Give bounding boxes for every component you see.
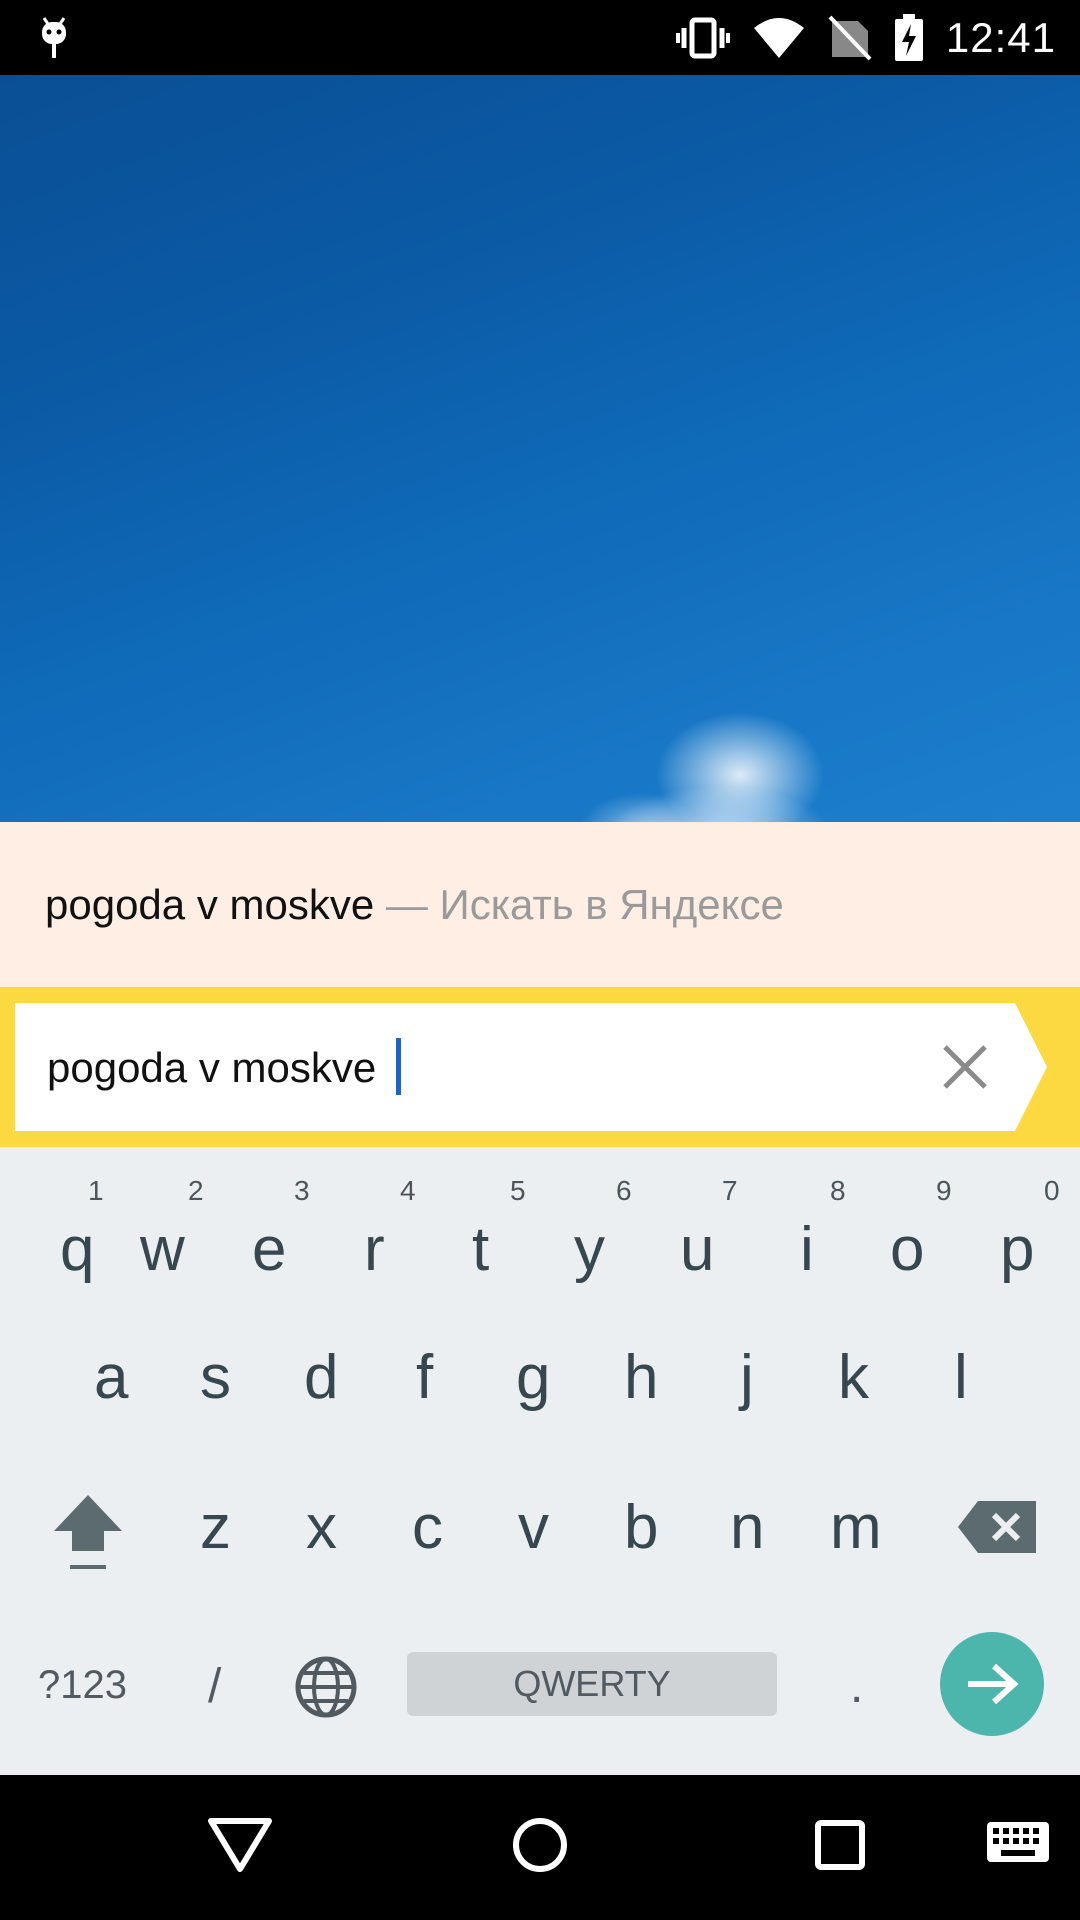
android-debug-icon [42, 17, 66, 58]
key-i[interactable]: 8 i [764, 1167, 868, 1287]
key-x[interactable]: x [272, 1467, 376, 1587]
slash-key[interactable]: / [180, 1637, 260, 1737]
backspace-icon [958, 1501, 1036, 1553]
shift-icon [54, 1495, 122, 1569]
key-s[interactable]: s [166, 1317, 270, 1437]
key-u[interactable]: 7 u [658, 1167, 762, 1287]
key-n[interactable]: n [696, 1467, 800, 1587]
key-t[interactable]: 5 t [446, 1167, 550, 1287]
backspace-key[interactable] [940, 1467, 1050, 1587]
key-f[interactable]: f [378, 1317, 482, 1437]
text-cursor [396, 1038, 401, 1095]
key-j[interactable]: j [696, 1317, 800, 1437]
globe-icon [295, 1656, 357, 1718]
symbols-key[interactable]: ?123 [30, 1637, 140, 1737]
space-key[interactable]: QWERTY [407, 1652, 777, 1716]
key-g[interactable]: g [484, 1317, 588, 1437]
key-p[interactable]: 0 p [976, 1167, 1080, 1287]
suggestion-hint: — Искать в Яндексе [374, 880, 784, 928]
back-icon[interactable] [205, 1815, 275, 1875]
key-c[interactable]: c [378, 1467, 482, 1587]
language-key[interactable] [280, 1637, 370, 1737]
navigation-bar [0, 1775, 1080, 1920]
period-key[interactable]: . [830, 1637, 890, 1737]
key-e[interactable]: 3 e [234, 1167, 338, 1287]
key-q[interactable]: 1 q [22, 1167, 126, 1287]
key-o[interactable]: 9 o [870, 1167, 974, 1287]
search-field-container [15, 1003, 1047, 1133]
key-w[interactable]: 2 w [128, 1167, 232, 1287]
key-k[interactable]: k [802, 1317, 906, 1437]
soft-keyboard: 1 q 2 w 3 e 4 r 5 t 6 y 7 u 8 i 9 o 0 p … [0, 1147, 1080, 1775]
arrow-right-icon [968, 1663, 1019, 1705]
key-h[interactable]: h [590, 1317, 694, 1437]
key-b[interactable]: b [590, 1467, 694, 1587]
key-z[interactable]: z [166, 1467, 270, 1587]
no-sim-icon [828, 15, 872, 60]
close-icon[interactable] [935, 1037, 995, 1097]
wifi-icon [753, 17, 804, 58]
keyboard-switch-icon[interactable] [985, 1820, 1051, 1870]
status-bar: 12:41 [0, 0, 1080, 75]
key-v[interactable]: v [484, 1467, 588, 1587]
search-suggestion[interactable]: pogoda v moskve — Искать в Яндексе [0, 822, 1080, 987]
enter-button[interactable] [940, 1632, 1044, 1736]
key-l[interactable]: l [908, 1317, 1012, 1437]
suggestion-query: pogoda v moskve [45, 880, 375, 928]
vibrate-icon [675, 17, 730, 58]
recents-icon[interactable] [812, 1817, 868, 1873]
background-wallpaper [0, 75, 1080, 822]
key-y[interactable]: 6 y [552, 1167, 656, 1287]
key-a[interactable]: a [60, 1317, 164, 1437]
status-time: 12:41 [945, 13, 1056, 61]
search-bar [0, 987, 1080, 1147]
home-icon[interactable] [510, 1815, 570, 1875]
battery-charging-icon [894, 13, 923, 61]
key-r[interactable]: 4 r [340, 1167, 444, 1287]
search-input[interactable] [45, 1003, 909, 1133]
key-m[interactable]: m [802, 1467, 912, 1587]
shift-key[interactable] [30, 1467, 140, 1587]
key-d[interactable]: d [272, 1317, 376, 1437]
